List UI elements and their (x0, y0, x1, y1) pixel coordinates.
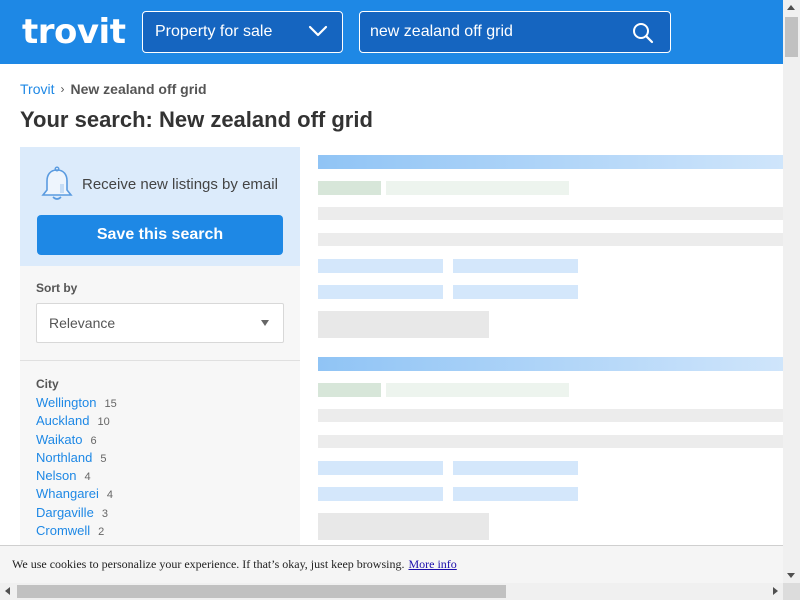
skeleton-text-line (318, 233, 783, 246)
city-count: 3 (101, 507, 108, 520)
city-item: Dargaville 3 (36, 505, 117, 523)
city-count: 4 (84, 471, 91, 483)
search-input[interactable]: new zealand off grid (359, 11, 671, 53)
city-count: 15 (104, 398, 117, 410)
skeleton-tag-bar (318, 383, 381, 397)
horizontal-scrollbar[interactable] (0, 583, 783, 600)
property-type-select[interactable]: Property for sale (142, 11, 343, 53)
search-input-value: new zealand off grid (370, 23, 513, 40)
email-alert-text: Receive new listings by email (82, 176, 278, 193)
scroll-left-arrow-icon[interactable] (5, 587, 10, 595)
city-item: Cromwell 2 (36, 523, 117, 541)
city-link[interactable]: Dargaville (36, 505, 94, 520)
city-count: 2 (98, 525, 105, 538)
city-link[interactable]: Cromwell (36, 523, 90, 538)
scroll-up-arrow-icon[interactable] (787, 5, 795, 10)
chevron-down-icon (308, 25, 328, 37)
cookie-banner-text: We use cookies to personalize your exper… (12, 557, 405, 571)
property-type-value: Property for sale (155, 23, 273, 40)
scroll-down-arrow-icon[interactable] (787, 573, 795, 578)
city-item: Wellington 15 (36, 395, 117, 413)
save-search-button[interactable]: Save this search (37, 215, 283, 255)
skeleton-detail-bar (318, 487, 443, 501)
city-count: 6 (90, 434, 97, 447)
city-list: Wellington 15 Auckland 10 Waikato 6 Northla… (36, 395, 117, 541)
breadcrumb-home-link[interactable]: Trovit (20, 81, 54, 97)
sort-selected-value: Relevance (49, 315, 116, 331)
skeleton-detail-bar (453, 285, 578, 299)
skeleton-title-bar (318, 155, 783, 169)
city-item: Nelson 4 (36, 468, 117, 486)
city-item: Waikato 6 (36, 432, 117, 450)
skeleton-detail-bar (318, 285, 443, 299)
city-link[interactable]: Waikato (36, 432, 82, 447)
breadcrumb-separator-icon: › (60, 82, 65, 96)
vertical-scroll-thumb[interactable] (785, 17, 798, 57)
vertical-scrollbar[interactable] (783, 0, 800, 583)
sort-select[interactable]: Relevance (36, 303, 284, 343)
search-icon[interactable] (632, 22, 654, 44)
top-header: trovit Property for sale new zealand off… (0, 0, 783, 64)
city-link[interactable]: Nelson (36, 468, 76, 483)
city-filter-title: City (36, 377, 59, 391)
skeleton-text-line (318, 207, 783, 220)
skeleton-button (318, 513, 489, 540)
city-link[interactable]: Northland (36, 450, 92, 465)
cookie-banner: We use cookies to personalize your exper… (0, 545, 783, 583)
city-count: 4 (106, 489, 113, 502)
caret-down-icon (261, 320, 269, 326)
skeleton-detail-bar (453, 487, 578, 501)
scrollbar-corner (783, 583, 800, 600)
cookie-more-info-link[interactable]: More info (408, 557, 456, 572)
trovit-logo[interactable]: trovit (22, 12, 126, 52)
sort-label: Sort by (36, 281, 78, 295)
skeleton-title-bar (318, 357, 783, 371)
skeleton-tag-bar (386, 383, 569, 397)
skeleton-detail-bar (318, 259, 443, 273)
skeleton-detail-bar (453, 259, 578, 273)
skeleton-text-line (318, 435, 783, 448)
breadcrumb-current: New zealand off grid (70, 81, 207, 97)
city-link[interactable]: Whangarei (36, 486, 99, 501)
skeleton-detail-bar (453, 461, 578, 475)
skeleton-tag-bar (318, 181, 381, 195)
email-alert-box: Receive new listings by email Save this … (20, 147, 300, 266)
scroll-right-arrow-icon[interactable] (773, 587, 778, 595)
city-link[interactable]: Auckland (36, 413, 89, 428)
city-count: 10 (97, 416, 110, 429)
city-item: Auckland 10 (36, 413, 117, 431)
breadcrumb: Trovit › New zealand off grid (20, 81, 207, 97)
skeleton-text-line (318, 409, 783, 422)
city-item: Northland 5 (36, 450, 117, 468)
skeleton-tag-bar (386, 181, 569, 195)
city-count: 5 (100, 452, 107, 465)
skeleton-detail-bar (318, 461, 443, 475)
skeleton-button (318, 311, 489, 338)
page-viewport: trovit Property for sale new zealand off… (0, 0, 783, 583)
sort-section: Sort by Relevance (20, 266, 300, 361)
filter-sidebar: Receive new listings by email Save this … (20, 147, 300, 583)
horizontal-scroll-thumb[interactable] (17, 585, 506, 598)
bell-icon (41, 166, 73, 200)
page-title: Your search: New zealand off grid (20, 107, 373, 132)
city-link[interactable]: Wellington (36, 395, 96, 410)
city-item: Whangarei 4 (36, 486, 117, 504)
